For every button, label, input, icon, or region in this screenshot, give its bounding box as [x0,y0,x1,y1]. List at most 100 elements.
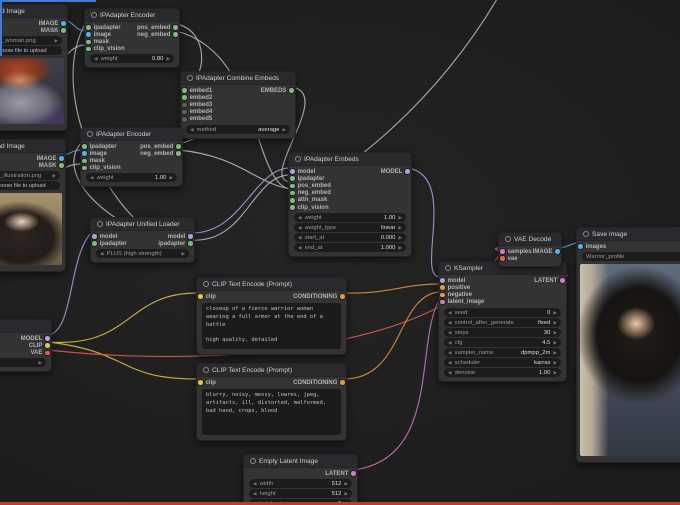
widget-preset[interactable]: ◀PLUS (high strength)▶ [96,249,189,258]
input-neg-embed[interactable]: neg_embed [290,190,411,197]
node-title-bar[interactable]: IPAdapter Encoder [85,9,179,22]
node-title-bar[interactable]: IPAdapter Embeds [289,153,411,166]
widget-weight[interactable]: ◀weight0.80▶ [90,54,174,63]
input-images[interactable]: images [578,243,680,250]
increment-arrow-icon[interactable]: ▶ [398,215,402,221]
collapse-icon[interactable] [87,131,93,137]
input-mask[interactable]: mask [82,157,182,164]
next-arrow-icon[interactable]: ▶ [398,225,402,231]
output-model[interactable]: model [158,233,193,240]
input-clip-vision[interactable]: clip_vision [290,204,411,211]
increment-arrow-icon[interactable]: ▶ [166,56,170,62]
collapse-icon[interactable] [203,281,209,287]
output-latent[interactable]: LATENT [534,277,565,284]
collapse-icon[interactable] [250,458,256,464]
output-image[interactable]: IMAGE [37,155,64,162]
prompt-textarea[interactable]: closeup of a fierce warrior woman wearin… [202,303,341,349]
output-neg-embed[interactable]: neg_embed [140,150,181,157]
collapse-icon[interactable] [583,231,589,237]
widget-cfg[interactable]: ◀cfg4.5▶ [444,338,561,347]
input-clip-vision[interactable]: clip_vision [86,46,179,53]
widget-denoise[interactable]: ◀denoise1.00▶ [444,368,561,377]
output-clip[interactable]: CLIP [21,342,50,349]
collapse-icon[interactable] [187,75,193,81]
decrement-arrow-icon[interactable]: ◀ [298,245,302,251]
decrement-arrow-icon[interactable]: ◀ [253,491,257,497]
prev-arrow-icon[interactable]: ◀ [100,251,104,257]
node-ipadapter-embeds[interactable]: IPAdapter Embeds model ipadapter pos_emb… [288,152,412,257]
node-title-bar[interactable]: CLIP Text Encode (Prompt) [197,278,346,291]
input-ipadapter[interactable]: ipadapter [290,175,411,182]
widget-weight[interactable]: ◀weight1.00▶ [86,173,177,182]
prompt-textarea[interactable]: blurry, noisy, messy, lowres, jpeg, arti… [202,389,341,435]
widget-sampler-name[interactable]: ◀sampler_namedpmpp_2m▶ [444,348,561,357]
collapse-icon[interactable] [203,367,209,373]
output-pos-embed[interactable]: pos_embed [140,143,181,150]
output-vae[interactable]: VAE [21,349,50,356]
increment-arrow-icon[interactable]: ▶ [344,481,348,487]
prev-arrow-icon[interactable]: ◀ [298,225,302,231]
node-title-bar[interactable]: Load Checkpoint [0,320,51,333]
input-embed4[interactable]: embed4 [182,109,295,116]
increment-arrow-icon[interactable]: ▶ [553,310,557,316]
increment-arrow-icon[interactable]: ▶ [169,175,173,181]
node-title-bar[interactable]: IPAdapter Combine Embeds [181,72,295,85]
node-title-bar[interactable]: CLIP Text Encode (Prompt) [197,364,346,377]
node-ksampler[interactable]: KSampler model positive negative latent_… [438,261,567,382]
next-arrow-icon[interactable]: ▶ [553,360,557,366]
widget-weight[interactable]: ◀weight1.00▶ [294,213,406,222]
node-save-image[interactable]: Save Image images Warrior_profile [576,227,680,463]
decrement-arrow-icon[interactable]: ◀ [448,330,452,336]
widget-width[interactable]: ◀width512▶ [249,479,352,488]
collapse-icon[interactable] [445,265,451,271]
collapse-icon[interactable] [295,156,301,162]
collapse-icon[interactable] [91,12,97,18]
node-ipadapter-unified-loader[interactable]: IPAdapter Unified Loader model ipadapter… [90,217,195,263]
prev-arrow-icon[interactable]: ◀ [448,360,452,366]
node-title-bar[interactable]: Save Image [577,228,680,241]
node-load-checkpoint[interactable]: Load Checkpoint MODEL CLIP VAE sd15.safe… [0,319,52,372]
output-model[interactable]: MODEL [381,168,410,175]
input-mask[interactable]: mask [86,38,179,45]
output-latent[interactable]: LATENT [325,470,356,477]
input-positive[interactable]: positive [440,284,566,291]
increment-arrow-icon[interactable]: ▶ [344,491,348,497]
decrement-arrow-icon[interactable]: ◀ [90,175,94,181]
node-empty-latent-image[interactable]: Empty Latent Image LATENT ◀width512▶ ◀he… [243,454,358,505]
input-clip-vision[interactable]: clip_vision [82,165,182,172]
input-latent-image[interactable]: latent_image [440,299,566,306]
widget-method[interactable]: ◀methodaverage▶ [186,125,290,134]
input-attn-mask[interactable]: attn_mask [290,197,411,204]
widget-start-at[interactable]: ◀start_at0.000▶ [294,233,406,242]
collapse-icon[interactable] [505,236,511,242]
image-file-select[interactable]: warrior_woman.png▶ [0,36,62,45]
next-arrow-icon[interactable]: ▶ [553,350,557,356]
output-image[interactable]: IMAGE [533,248,560,255]
input-pos-embed[interactable]: pos_embed [290,182,411,189]
next-arrow-icon[interactable]: ▶ [181,251,185,257]
output-ipadapter[interactable]: ipadapter [158,240,193,247]
widget-height[interactable]: ◀height512▶ [249,489,352,498]
node-ipadapter-combine-embeds[interactable]: IPAdapter Combine Embeds embed1 embed2 e… [180,71,296,139]
output-mask[interactable]: MASK [39,27,66,34]
widget-filename-prefix[interactable]: Warrior_profile [582,252,680,261]
input-vae[interactable]: vae [500,255,561,262]
prev-arrow-icon[interactable]: ◀ [448,320,452,326]
node-graph-canvas[interactable]: Load Image IMAGE MASK warrior_woman.png▶… [0,0,680,505]
decrement-arrow-icon[interactable]: ◀ [448,310,452,316]
decrement-arrow-icon[interactable]: ◀ [448,370,452,376]
decrement-arrow-icon[interactable]: ◀ [298,215,302,221]
input-embed3[interactable]: embed3 [182,101,295,108]
decrement-arrow-icon[interactable]: ◀ [448,340,452,346]
output-conditioning[interactable]: CONDITIONING [293,379,345,386]
node-title-bar[interactable]: Load Image [0,5,67,18]
input-embed5[interactable]: embed5 [182,116,295,123]
node-title-bar[interactable]: VAE Decode [499,233,561,246]
upload-button[interactable]: choose file to upload [0,46,62,55]
widget-steps[interactable]: ◀steps30▶ [444,328,561,337]
increment-arrow-icon[interactable]: ▶ [553,330,557,336]
output-image[interactable]: IMAGE [39,20,66,27]
prev-arrow-icon[interactable]: ◀ [448,350,452,356]
input-embed2[interactable]: embed2 [182,94,295,101]
collapse-icon[interactable] [97,221,103,227]
